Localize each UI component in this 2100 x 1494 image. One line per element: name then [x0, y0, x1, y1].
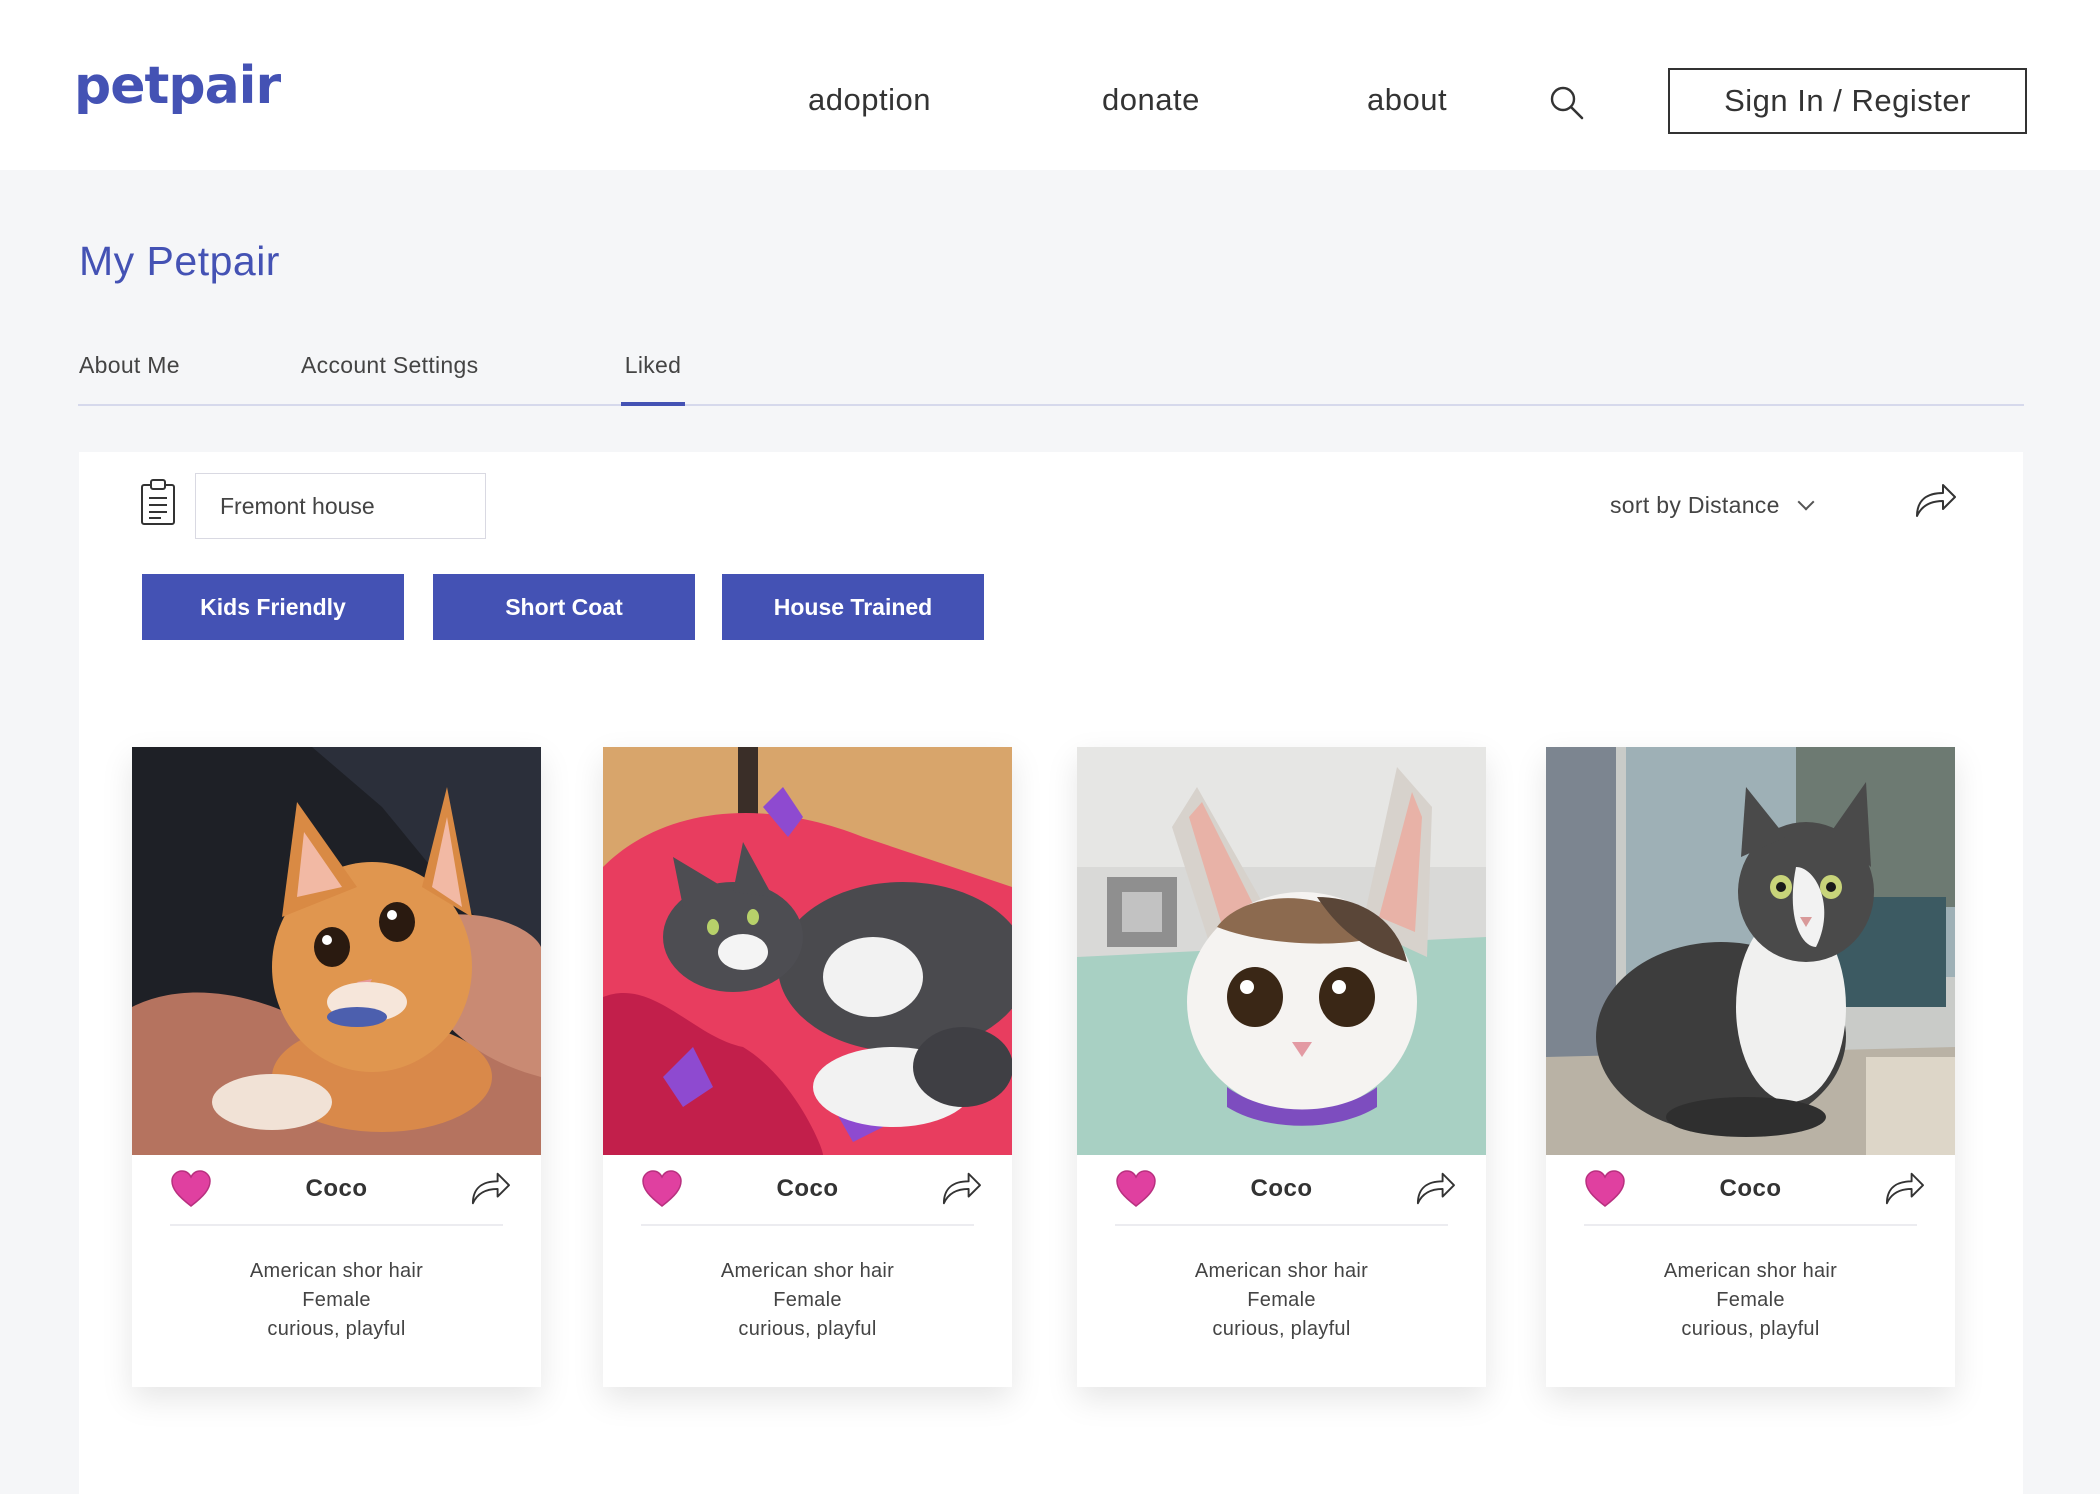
pet-traits: curious, playful: [1681, 1318, 1820, 1340]
profile-tabs: About Me Account Settings Liked: [78, 352, 2024, 406]
share-icon[interactable]: [1882, 1169, 1926, 1207]
tag-short-coat-button[interactable]: Short Coat: [433, 574, 695, 640]
sort-label: sort by Distance: [1610, 492, 1780, 518]
pet-sex: Female: [1716, 1289, 1785, 1311]
tab-account-settings[interactable]: Account Settings: [301, 352, 501, 406]
pet-card[interactable]: Coco American shor hair Female curious, …: [1546, 747, 1955, 1387]
pet-breed: American shor hair: [1194, 1260, 1369, 1282]
pet-breed: American shor hair: [249, 1260, 424, 1282]
sign-in-register-button[interactable]: Sign In / Register: [1668, 68, 2027, 134]
divider: [170, 1224, 503, 1226]
petpair-logo[interactable]: petpair: [74, 56, 281, 116]
chevron-down-icon: [1797, 493, 1815, 511]
pet-card[interactable]: Coco American shor hair Female curious, …: [132, 747, 541, 1387]
divider: [641, 1224, 974, 1226]
pet-photo[interactable]: [132, 747, 541, 1155]
divider: [1115, 1224, 1448, 1226]
pet-traits: curious, playful: [1212, 1318, 1351, 1340]
pet-photo[interactable]: [1546, 747, 1955, 1155]
pet-card[interactable]: Coco American shor hair Female curious, …: [603, 747, 1012, 1387]
tab-about-me[interactable]: About Me: [79, 352, 195, 406]
pet-photo[interactable]: [1077, 747, 1486, 1155]
clipboard-icon: [139, 478, 177, 526]
pet-sex: Female: [302, 1289, 371, 1311]
share-icon[interactable]: [468, 1169, 512, 1207]
divider: [1584, 1224, 1917, 1226]
search-icon[interactable]: [1548, 84, 1586, 122]
tab-liked[interactable]: Liked: [621, 352, 685, 406]
tag-house-trained-button[interactable]: House Trained: [722, 574, 984, 640]
sort-dropdown[interactable]: sort by Distance: [1610, 492, 1815, 519]
pet-breed: American shor hair: [1663, 1260, 1838, 1282]
liked-panel: sort by Distance Kids Friendly Short Coa…: [79, 452, 2023, 1494]
list-name-input[interactable]: [195, 473, 486, 539]
tag-kids-friendly-button[interactable]: Kids Friendly: [142, 574, 404, 640]
pet-traits: curious, playful: [267, 1318, 406, 1340]
pet-breed: American shor hair: [720, 1260, 895, 1282]
share-icon[interactable]: [1913, 480, 1957, 520]
pet-traits: curious, playful: [738, 1318, 877, 1340]
site-header: petpair adoption donate about Sign In / …: [0, 0, 2100, 170]
nav-adoption-link[interactable]: adoption: [808, 82, 931, 118]
page-title: My Petpair: [79, 238, 280, 284]
pet-sex: Female: [1247, 1289, 1316, 1311]
nav-donate-link[interactable]: donate: [1102, 82, 1200, 118]
pet-card[interactable]: Coco American shor hair Female curious, …: [1077, 747, 1486, 1387]
pet-sex: Female: [773, 1289, 842, 1311]
share-icon[interactable]: [939, 1169, 983, 1207]
share-icon[interactable]: [1413, 1169, 1457, 1207]
pet-photo[interactable]: [603, 747, 1012, 1155]
nav-about-link[interactable]: about: [1367, 82, 1447, 118]
